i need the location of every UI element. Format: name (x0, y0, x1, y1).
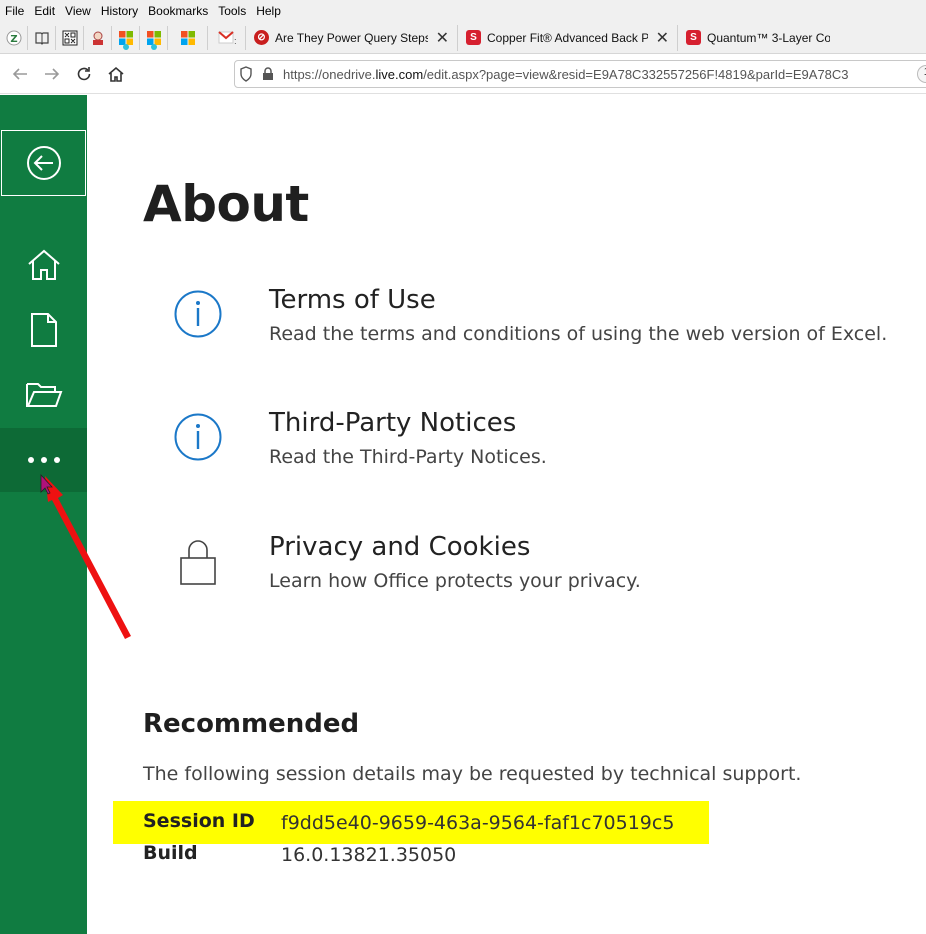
back-button[interactable] (4, 58, 36, 90)
home-icon (108, 66, 124, 82)
tab-strip: Z 1 ⊘ Are They Power Query Steps, c ✕ S … (0, 22, 926, 54)
home-button[interactable] (100, 58, 132, 90)
terms-of-use-link[interactable]: Terms of Use Read the terms and conditio… (173, 285, 913, 369)
navigation-bar: https://onedrive.live.com/edit.aspx?page… (0, 54, 926, 94)
tab-indicator-dot (150, 43, 157, 50)
recommended-description: The following session details may be req… (143, 763, 802, 785)
entry-title: Third-Party Notices (269, 408, 517, 438)
lock-icon (180, 540, 216, 585)
url-text: https://onedrive.live.com/edit.aspx?page… (283, 66, 849, 82)
pinned-tab-reader[interactable] (28, 25, 56, 50)
tab-favicon: ⊘ (254, 30, 269, 45)
entry-description: Read the terms and conditions of using t… (269, 323, 888, 345)
tab-quantum[interactable]: S Quantum™ 3-Layer Cop (678, 25, 838, 51)
tab-title: Copper Fit® Advanced Back P (487, 30, 648, 45)
forward-button[interactable] (36, 58, 68, 90)
about-page: About Terms of Use Read the terms and co… (87, 95, 926, 934)
backstage-back-button[interactable] (1, 130, 86, 196)
menu-help[interactable]: Help (251, 4, 286, 18)
recommended-heading: Recommended (143, 709, 360, 739)
pinned-tab-microsoft-1[interactable] (112, 25, 140, 50)
tab-power-query[interactable]: ⊘ Are They Power Query Steps, c ✕ (246, 24, 458, 51)
home-icon (27, 249, 60, 280)
page-title: About (143, 175, 309, 233)
sidebar-item-more[interactable] (0, 428, 87, 492)
info-icon (174, 413, 222, 461)
shield-icon[interactable] (235, 66, 257, 82)
url-bar[interactable]: https://onedrive.live.com/edit.aspx?page… (234, 60, 926, 88)
microsoft-icon (180, 30, 195, 45)
zillow-icon: Z (6, 30, 21, 45)
entry-title: Privacy and Cookies (269, 532, 531, 562)
privacy-and-cookies-link[interactable]: Privacy and Cookies Learn how Office pro… (173, 532, 913, 616)
tab-close-icon[interactable]: ✕ (436, 28, 449, 48)
pinned-tab-zillow[interactable]: Z (0, 25, 28, 50)
tab-close-icon[interactable]: ✕ (656, 28, 669, 48)
session-id-value: f9dd5e40-9659-463a-9564-faf1c70519c5 (281, 812, 675, 834)
document-icon (30, 313, 57, 347)
folder-open-icon (25, 383, 62, 407)
session-id-label: Session ID (143, 810, 255, 832)
tab-indicator-dot (122, 43, 129, 50)
arrow-left-icon (12, 67, 27, 80)
info-icon (174, 290, 222, 338)
sidebar-item-home[interactable] (0, 233, 87, 297)
menu-history[interactable]: History (96, 4, 143, 18)
third-party-notices-link[interactable]: Third-Party Notices Read the Third-Party… (173, 408, 913, 492)
svg-text:1: 1 (234, 38, 236, 45)
pinned-tab-grid[interactable] (56, 25, 84, 50)
tab-title: Are They Power Query Steps, c (275, 30, 428, 45)
build-label: Build (143, 842, 198, 864)
sidebar-item-open[interactable] (0, 363, 87, 427)
tab-title: Quantum™ 3-Layer Cop (707, 30, 830, 45)
pinned-tab-microsoft-2[interactable] (140, 25, 168, 50)
menu-bar: File Edit View History Bookmarks Tools H… (0, 0, 926, 22)
entry-description: Read the Third-Party Notices. (269, 446, 547, 468)
svg-text:Z: Z (10, 34, 17, 45)
menu-tools[interactable]: Tools (213, 4, 251, 18)
menu-view[interactable]: View (60, 4, 96, 18)
arrow-right-icon (45, 67, 60, 80)
tab-favicon: S (466, 30, 481, 45)
gmail-icon: 1 (217, 30, 236, 45)
more-dots-icon (27, 457, 60, 463)
backstage-sidebar (0, 95, 87, 934)
tab-copper-fit[interactable]: S Copper Fit® Advanced Back P ✕ (458, 24, 678, 51)
entry-description: Learn how Office protects your privacy. (269, 570, 641, 592)
menu-edit[interactable]: Edit (29, 4, 60, 18)
avatar-icon (92, 31, 103, 45)
build-value: 16.0.13821.35050 (281, 844, 457, 866)
pattern-icon (62, 30, 77, 45)
entry-title: Terms of Use (269, 285, 436, 315)
pinned-tab-microsoft-3[interactable] (168, 25, 208, 50)
pinned-tab-gmail[interactable]: 1 (208, 25, 246, 50)
circle-arrow-left-icon (26, 146, 61, 180)
book-icon (34, 31, 49, 45)
tab-favicon: S (686, 30, 701, 45)
pinned-tab-avatar[interactable] (84, 25, 112, 50)
zoom-badge[interactable]: 18 (916, 65, 926, 83)
sidebar-item-new[interactable] (0, 298, 87, 362)
reload-button[interactable] (68, 58, 100, 90)
reload-icon (77, 66, 91, 80)
menu-bookmarks[interactable]: Bookmarks (143, 4, 213, 18)
lock-icon[interactable] (257, 67, 279, 81)
menu-file[interactable]: File (0, 4, 29, 18)
